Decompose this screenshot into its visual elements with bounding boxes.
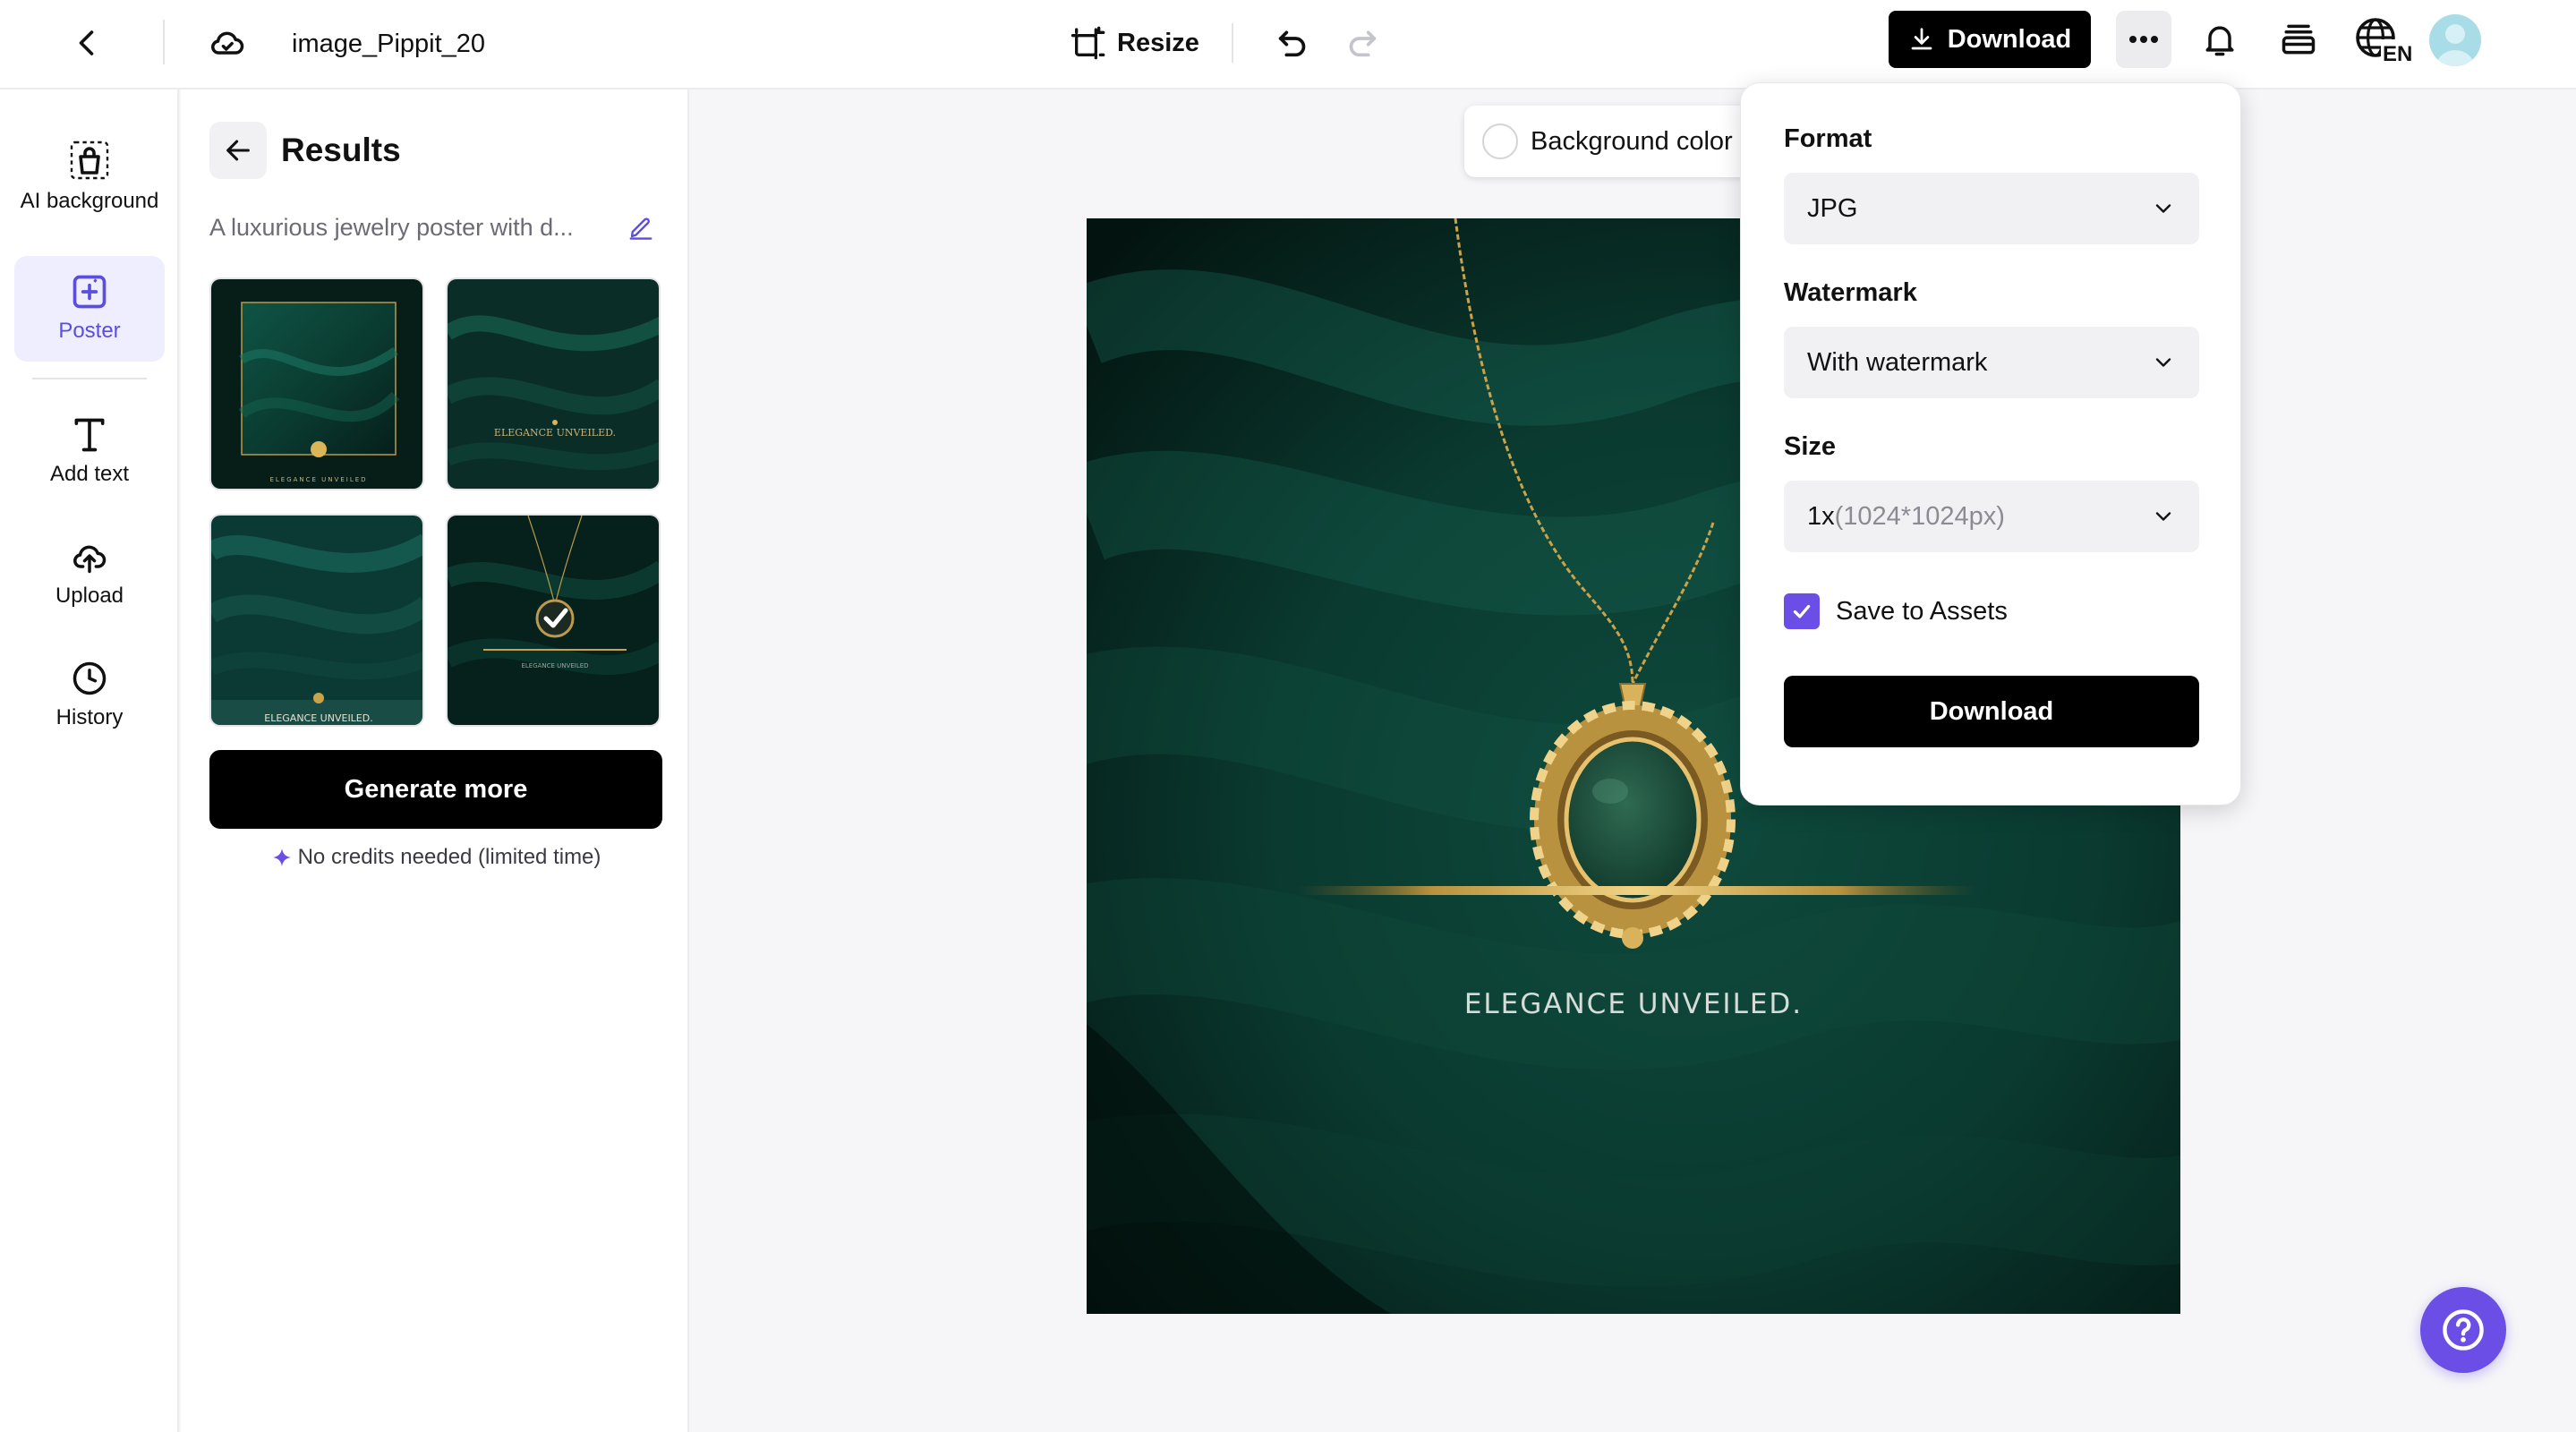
credits-note: No credits needed (limited time) [209, 840, 662, 875]
color-swatch [1482, 124, 1518, 159]
thumbnail-caption: ELEGANCE UNVEILED [521, 662, 588, 669]
chevron-down-icon [2155, 512, 2171, 521]
size-detail: (1024*1024px) [1834, 501, 2005, 531]
resize-button[interactable]: Resize [1070, 18, 1199, 68]
generate-more-button[interactable]: Generate more [209, 750, 662, 829]
top-bar: image_Pippit_20 Resize Download EN [0, 0, 2576, 90]
rail-item-add-text[interactable]: Add text [14, 399, 165, 505]
edit-prompt-icon[interactable] [623, 209, 659, 245]
save-to-assets-label: Save to Assets [1836, 596, 2008, 626]
rail-label: Add text [49, 462, 130, 486]
thumbnail-caption: ELEGANCE UNVEILED [269, 476, 367, 483]
more-options-icon[interactable] [2116, 11, 2171, 68]
rail-label: History [55, 705, 124, 729]
stack-icon[interactable] [2272, 13, 2325, 66]
sparkle-icon [272, 848, 291, 866]
watermark-value: With watermark [1807, 347, 1988, 377]
size-label: Size [1784, 432, 1837, 461]
result-thumbnail[interactable]: ELEGANCE UNVEILED [209, 277, 424, 490]
format-select[interactable]: JPG [1784, 173, 2199, 244]
download-button[interactable]: Download [1889, 11, 2091, 68]
resize-icon [1070, 26, 1105, 60]
question-mark-icon [2443, 1309, 2484, 1351]
rail-item-poster[interactable]: Poster [14, 256, 165, 362]
clock-icon [73, 661, 107, 695]
save-to-assets-row[interactable]: Save to Assets [1784, 593, 2008, 629]
rail-item-history[interactable]: History [14, 643, 165, 748]
checkmark-icon [1793, 604, 1811, 618]
divider [163, 20, 165, 64]
save-to-assets-checkbox[interactable] [1784, 593, 1820, 629]
results-title: Results [281, 132, 401, 168]
results-panel: Results A luxurious jewelry poster with … [181, 90, 689, 1432]
background-color-label: Background color [1531, 126, 1733, 156]
watermark-select[interactable]: With watermark [1784, 327, 2199, 398]
rail-label: Upload [55, 584, 124, 608]
download-options-panel: Format JPG Watermark With watermark Size… [1740, 82, 2241, 806]
language-code: EN [2383, 42, 2411, 64]
watermark-label: Watermark [1784, 278, 1917, 307]
avatar[interactable] [2429, 14, 2481, 66]
results-back-button[interactable] [209, 122, 267, 179]
download-icon [1911, 28, 1932, 50]
divider [32, 378, 147, 379]
arrow-left-icon [226, 140, 250, 161]
text-icon [74, 418, 105, 452]
upload-cloud-icon [73, 545, 107, 574]
result-thumbnail[interactable]: ELEGANCE UNVEILED [446, 514, 661, 727]
bell-icon[interactable] [2193, 13, 2247, 66]
language-globe-icon[interactable]: EN [2350, 13, 2413, 66]
project-title[interactable]: image_Pippit_20 [292, 21, 485, 66]
size-multiplier: 1x [1807, 501, 1835, 531]
prompt-text: A luxurious jewelry poster with d... [209, 214, 574, 241]
help-button[interactable] [2420, 1287, 2506, 1373]
credits-note-text: No credits needed (limited time) [297, 845, 601, 869]
undo-icon[interactable] [1267, 18, 1318, 68]
format-value: JPG [1807, 193, 1858, 223]
tool-rail: AI background Poster Add text Upload His… [0, 90, 179, 1432]
chevron-down-icon [2155, 358, 2171, 367]
rail-label: AI background [20, 189, 159, 213]
thumbnail-caption: ELEGANCE UNVEILED. [264, 712, 372, 724]
back-chevron-icon[interactable] [63, 18, 113, 68]
rail-label: Poster [58, 319, 121, 343]
divider [1232, 23, 1233, 63]
thumbnail-caption: ELEGANCE UNVEILED. [494, 427, 616, 439]
poster-headline[interactable]: ELEGANCE UNVEILED. [1087, 988, 2180, 1020]
format-label: Format [1784, 124, 1872, 153]
chevron-down-icon [2155, 204, 2171, 213]
download-label: Download [1947, 24, 2072, 54]
size-value: 1x(1024*1024px) [1807, 502, 2005, 532]
size-select[interactable]: 1x(1024*1024px) [1784, 481, 2199, 552]
poster-icon [73, 275, 107, 309]
bag-icon [70, 141, 109, 180]
cloud-sync-icon[interactable] [202, 18, 252, 68]
panel-download-button[interactable]: Download [1784, 676, 2199, 747]
resize-label: Resize [1117, 28, 1199, 57]
rail-item-upload[interactable]: Upload [14, 521, 165, 626]
redo-icon[interactable] [1337, 18, 1387, 68]
result-thumbnail[interactable]: ELEGANCE UNVEILED. [209, 514, 424, 727]
rail-item-ai-background[interactable]: AI background [14, 115, 165, 240]
result-thumbnail[interactable]: ELEGANCE UNVEILED. [446, 277, 661, 490]
